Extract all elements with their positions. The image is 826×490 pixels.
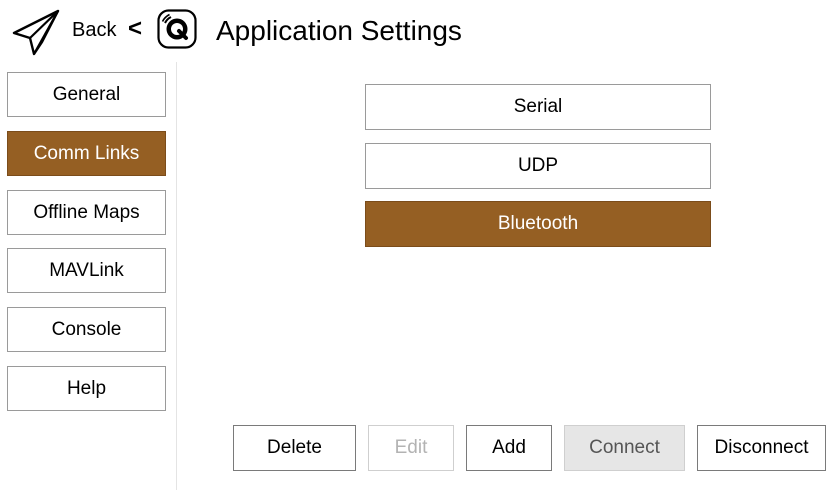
- sidebar-item-mavlink[interactable]: MAVLink: [7, 248, 166, 293]
- page-title: Application Settings: [216, 15, 462, 46]
- connect-button[interactable]: Connect: [564, 425, 685, 471]
- add-button[interactable]: Add: [466, 425, 552, 471]
- sidebar-item-general[interactable]: General: [7, 72, 166, 117]
- paper-plane-icon[interactable]: [10, 6, 62, 58]
- sidebar-item-console[interactable]: Console: [7, 307, 166, 352]
- link-item-udp[interactable]: UDP: [365, 143, 711, 189]
- link-item-bluetooth[interactable]: Bluetooth: [365, 201, 711, 247]
- delete-button[interactable]: Delete: [233, 425, 356, 471]
- sidebar-item-help[interactable]: Help: [7, 366, 166, 411]
- edit-button[interactable]: Edit: [368, 425, 454, 471]
- app-settings-page: Back < Application Settings General Comm…: [0, 0, 826, 490]
- back-chevron-icon[interactable]: <: [128, 16, 142, 42]
- link-item-serial[interactable]: Serial: [365, 84, 711, 130]
- qgc-logo-icon: [157, 9, 197, 49]
- disconnect-button[interactable]: Disconnect: [697, 425, 826, 471]
- back-label[interactable]: Back: [72, 18, 116, 42]
- header-bar: Back < Application Settings: [0, 0, 826, 62]
- sidebar-item-comm-links[interactable]: Comm Links: [7, 131, 166, 176]
- sidebar-item-offline-maps[interactable]: Offline Maps: [7, 190, 166, 235]
- sidebar: General Comm Links Offline Maps MAVLink …: [0, 62, 177, 490]
